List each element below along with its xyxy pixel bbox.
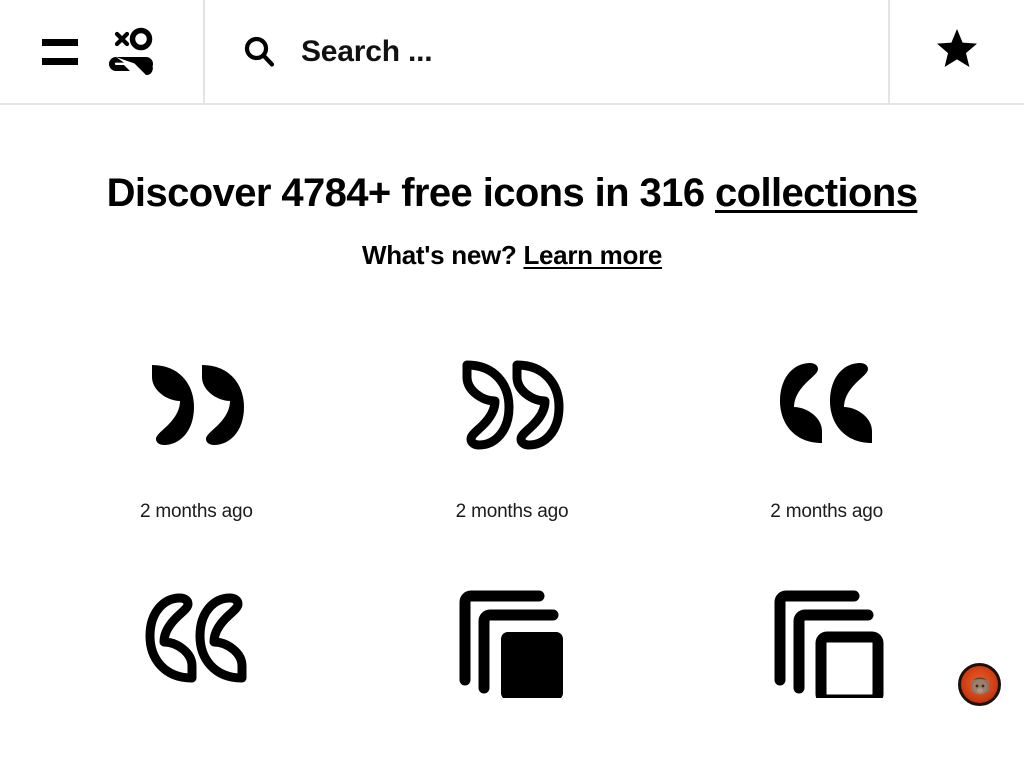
icon-card[interactable]: 2 months ago (669, 329, 984, 564)
hamburger-menu-icon[interactable] (42, 37, 78, 67)
top-navigation-bar (0, 0, 1024, 105)
search-input[interactable] (301, 34, 888, 69)
quote-left-filled-icon (768, 329, 886, 479)
search-icon (241, 34, 277, 70)
layers-stack-filled-icon (453, 564, 571, 714)
logo-icon[interactable] (108, 26, 160, 78)
page-title-text: Discover 4784+ free icons in 316 (106, 171, 715, 215)
page-title: Discover 4784+ free icons in 316 collect… (0, 171, 1024, 215)
icon-timestamp: 2 months ago (139, 501, 253, 522)
icon-card[interactable] (669, 564, 984, 768)
icon-card[interactable] (40, 564, 355, 768)
user-avatar[interactable] (958, 663, 1001, 706)
star-icon (933, 25, 981, 78)
learn-more-link[interactable]: Learn more (523, 240, 662, 270)
quote-left-outline-icon (138, 564, 256, 714)
whats-new-text: What's new? (361, 240, 524, 270)
search-bar[interactable] (205, 0, 890, 103)
icon-timestamp: 2 months ago (455, 501, 569, 522)
whats-new-line: What's new? Learn more (0, 240, 1024, 271)
icon-card[interactable]: 2 months ago (355, 329, 670, 564)
icon-card[interactable]: 2 months ago (40, 329, 355, 564)
layers-stack-outline-icon (768, 564, 886, 714)
menu-line-1 (42, 38, 78, 46)
quote-right-filled-icon (138, 329, 256, 479)
quote-right-outline-icon (453, 329, 571, 479)
icon-timestamp: 2 months ago (770, 501, 884, 522)
icon-card[interactable] (355, 564, 670, 768)
icon-results-grid: 2 months ago 2 months ago 2 months ago (0, 329, 1024, 768)
topbar-left-section (0, 0, 205, 103)
hero-section: Discover 4784+ free icons in 316 collect… (0, 105, 1024, 271)
favorites-button[interactable] (890, 0, 1024, 103)
menu-line-2 (42, 57, 78, 65)
collections-link[interactable]: collections (715, 171, 918, 215)
